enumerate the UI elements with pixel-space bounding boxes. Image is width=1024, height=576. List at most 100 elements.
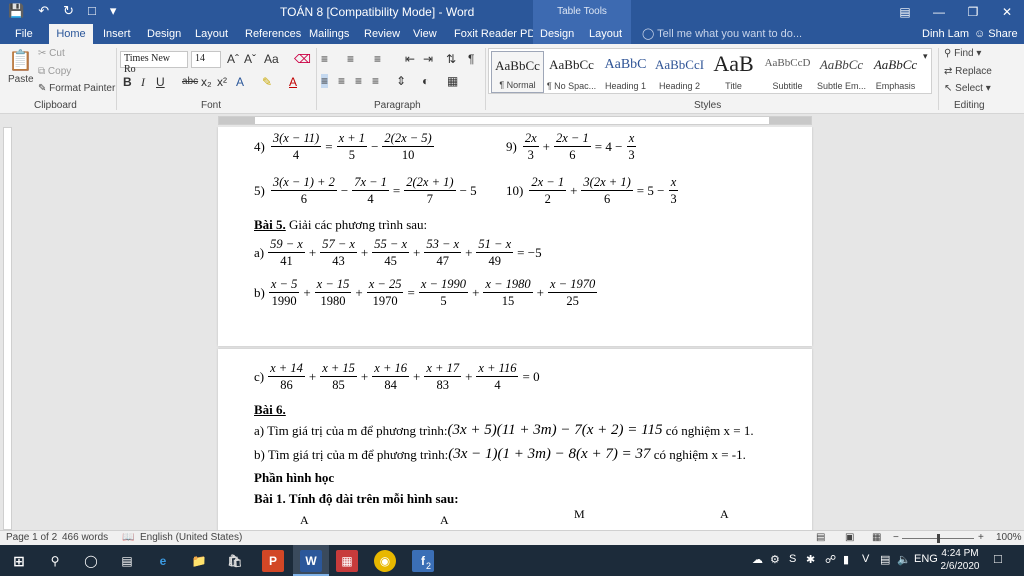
line-spacing-icon[interactable]: ⇕ [396,74,406,88]
customize-icon[interactable]: ▾ [110,3,117,19]
copy-button[interactable]: ⧉ Copy [38,66,71,77]
word-count[interactable]: 466 words [62,532,108,543]
decrease-indent-icon[interactable]: ⇤ [405,52,415,66]
cortana-icon[interactable]: ◯ [80,550,102,572]
style-emphasis[interactable]: AaBbCc Emphasis [869,51,922,93]
italic-icon[interactable]: I [141,75,145,90]
vertical-ruler[interactable] [0,127,13,530]
align-center-icon[interactable]: ≡ [338,74,345,88]
tab-design[interactable]: Design [140,24,188,44]
store-icon[interactable]: 🛍 [224,550,246,572]
steam-icon[interactable]: ⚙ [770,553,780,566]
zoom-slider-thumb[interactable] [937,534,940,543]
task-view-icon[interactable]: ▤ [116,550,138,572]
font-color-icon[interactable]: A [289,75,297,89]
tab-table-design[interactable]: Design [533,24,582,44]
share-button[interactable]: ☺ Share [974,24,1018,44]
file-explorer-icon[interactable]: 📁 [188,550,210,572]
underline-icon[interactable]: U [156,75,165,89]
find-button[interactable]: ⚲ Find ▾ [944,48,981,59]
shading-icon[interactable]: ◐ [422,74,429,88]
page-2[interactable]: c) x + 14 86 + x + 15 85 + x + 16 84 + x + 17 8… [218,349,812,530]
subscript-icon[interactable]: x₂ [201,75,212,89]
search-icon[interactable]: ⚲ [44,550,66,572]
styles-more-icon[interactable]: ▾ [923,51,928,62]
font-name-combo[interactable]: Times New Ro [120,51,188,75]
shrink-font-icon[interactable]: Aˇ [244,52,256,66]
page-count[interactable]: Page 1 of 2 [6,532,57,543]
select-button[interactable]: ↖ Select ▾ [944,83,991,94]
numbering-icon[interactable]: ≡ [347,52,354,66]
paste-button[interactable]: Paste [8,74,34,85]
system-clock[interactable]: 4:24 PM 2/6/2020 [938,547,982,573]
minimize-icon[interactable]: — [922,0,956,24]
save-icon[interactable]: 💾 [8,3,24,19]
app-icon[interactable]: ▦ [336,550,358,572]
grow-font-icon[interactable]: Aˆ [227,52,239,66]
input-language[interactable]: ENG [914,553,938,565]
bold-icon[interactable]: B [123,75,132,89]
style-heading-1[interactable]: AaBbC Heading 1 [599,51,652,93]
bullets-icon[interactable]: ≡ [321,52,328,66]
web-layout-icon[interactable]: ▦ [872,532,881,543]
justify-icon[interactable]: ≡ [372,74,379,88]
shield-icon[interactable]: ☍ [825,553,836,566]
style-normal[interactable]: AaBbCc ¶ Normal [491,51,544,93]
proofing-icon[interactable]: 📖 [122,532,134,543]
restore-icon[interactable]: ❐ [956,0,990,24]
zoom-level[interactable]: 100% [996,532,1022,543]
cut-button[interactable]: ✂ Cut [38,48,65,59]
notifications-icon[interactable]: □ [994,551,1002,566]
multilevel-list-icon[interactable]: ≡ [374,52,381,66]
horizontal-ruler[interactable] [0,114,1024,127]
replace-button[interactable]: ⇄ Replace [944,66,992,77]
style-title[interactable]: AaB Title [707,51,760,93]
read-mode-icon[interactable]: ▤ [816,532,825,543]
cloud-icon[interactable]: ☁ [752,553,763,566]
clear-formatting-icon[interactable]: ⌫ [294,52,311,66]
tab-view[interactable]: View [406,24,444,44]
style-heading-2[interactable]: AaBbCcI Heading 2 [653,51,706,93]
new-doc-icon[interactable]: □ [88,3,96,19]
font-size-combo[interactable]: 14 [191,51,221,68]
text-effects-icon[interactable]: A [236,75,244,89]
clipboard-icon[interactable]: 📋 [8,48,33,73]
network-icon[interactable]: ▤ [880,553,890,566]
style-subtle-emphasis[interactable]: AaBbCc Subtle Em... [815,51,868,93]
user-name[interactable]: Dinh Lam [922,24,969,44]
align-right-icon[interactable]: ≡ [355,74,362,88]
redo-icon[interactable]: ↻ [63,3,74,19]
tell-me-search[interactable]: ◯ Tell me what you want to do... [642,24,802,44]
highlight-icon[interactable]: ✎ [262,75,272,89]
language-status[interactable]: English (United States) [140,532,242,543]
bluetooth-icon[interactable]: ✱ [806,553,815,566]
tab-insert[interactable]: Insert [96,24,138,44]
superscript-icon[interactable]: x² [217,75,227,89]
style-no-spacing[interactable]: AaBbCc ¶ No Spac... [545,51,598,93]
page-1[interactable]: 4) 3(x − 11) 4 = x + 15 − 2(2x − 5) 10 9) … [218,127,812,346]
powerpoint-icon[interactable]: P [262,550,284,572]
tab-file[interactable]: File [8,24,40,44]
tab-review[interactable]: Review [357,24,407,44]
zoom-out-icon[interactable]: − [893,532,899,543]
zoom-in-icon[interactable]: + [978,532,984,543]
tab-table-layout[interactable]: Layout [582,24,631,44]
change-case-icon[interactable]: Aa [264,52,279,66]
ribbon-display-icon[interactable]: ▤ [888,0,922,24]
format-painter-button[interactable]: ✎ Format Painter [38,83,115,94]
tab-references[interactable]: References [238,24,308,44]
tab-mailings[interactable]: Mailings [302,24,356,44]
sort-icon[interactable]: ⇅ [446,52,456,66]
battery-icon[interactable]: ▮ [843,553,849,566]
print-layout-icon[interactable]: ▣ [845,532,854,543]
borders-icon[interactable]: ▦ [447,74,458,88]
increase-indent-icon[interactable]: ⇥ [423,52,433,66]
word-icon[interactable]: W [300,550,322,572]
volume-icon[interactable]: 🔈 [897,553,911,566]
strikethrough-icon[interactable]: abc [182,76,198,87]
tab-home[interactable]: Home [49,24,93,44]
tab-layout[interactable]: Layout [188,24,235,44]
skype-icon[interactable]: S [789,553,796,565]
antivirus-icon[interactable]: V [862,553,869,565]
chrome-icon[interactable]: ◉ [374,550,396,572]
